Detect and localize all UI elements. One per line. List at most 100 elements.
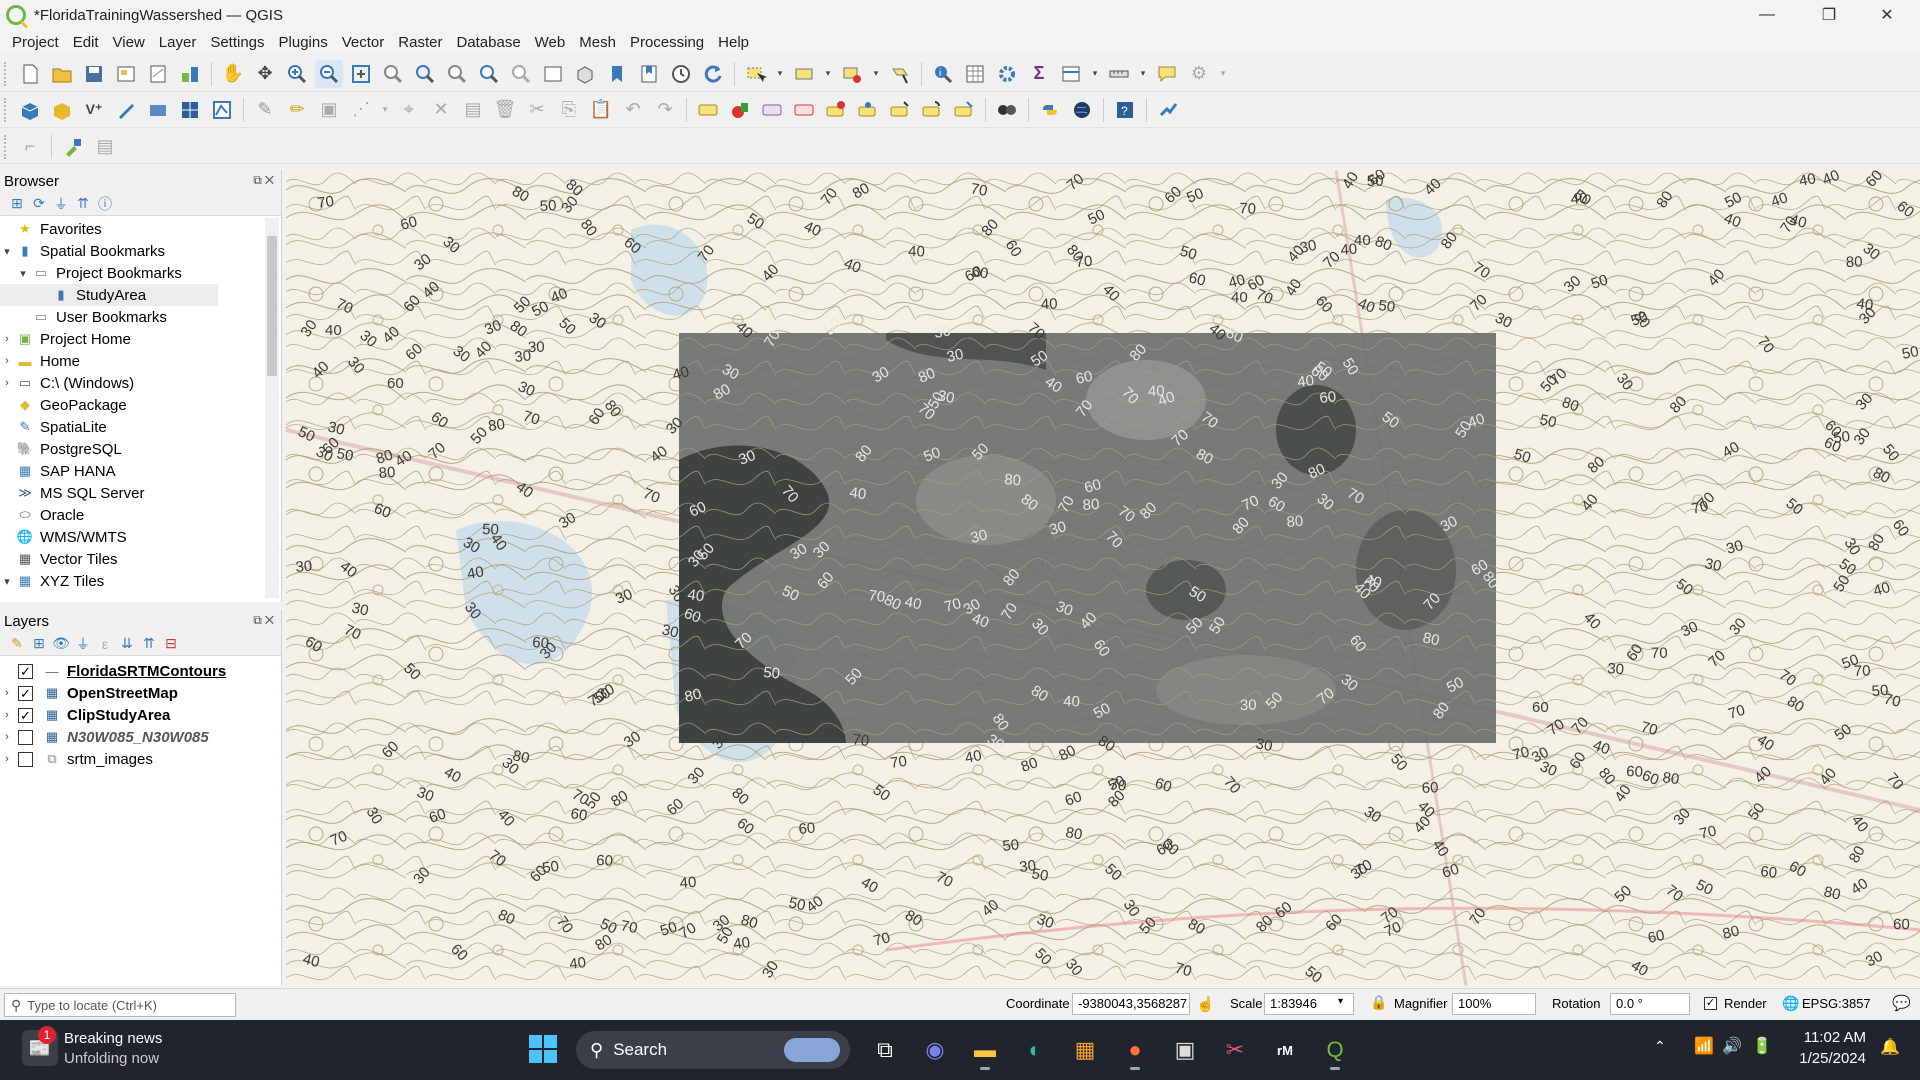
settings-tool-icon[interactable]: ⚙ xyxy=(1185,60,1213,88)
browser-item-geopackage[interactable]: ◆ GeoPackage xyxy=(0,394,281,416)
toggle-extents-icon[interactable]: ☝ xyxy=(1196,995,1215,1013)
notifications-bell-icon[interactable]: 🔔 xyxy=(1880,1037,1900,1057)
layer-row-n30w085[interactable]: › ▦ N30W085_N30W085 xyxy=(0,726,281,748)
new-spatialite-layer-icon[interactable] xyxy=(144,96,172,124)
rotate-label-icon[interactable] xyxy=(918,96,946,124)
measure-dropdown-icon[interactable]: ▾ xyxy=(1137,60,1149,88)
measure-line-icon[interactable] xyxy=(1105,60,1133,88)
select-by-value-icon[interactable] xyxy=(790,60,818,88)
browser-item-spatial-bookmarks[interactable]: ▾ ▮ Spatial Bookmarks xyxy=(0,240,281,262)
save-layer-edits-icon[interactable]: ▣ xyxy=(315,96,343,124)
undo-icon[interactable]: ↶ xyxy=(619,96,647,124)
layer-labeling-options-icon[interactable] xyxy=(694,96,722,124)
menu-plugins[interactable]: Plugins xyxy=(279,34,328,51)
browser-item-postgresql[interactable]: 🐘 PostgreSQL xyxy=(0,438,281,460)
crs-button[interactable]: EPSG:3857 xyxy=(1802,996,1871,1011)
properties-icon[interactable]: ⓘ xyxy=(94,194,116,214)
help-contents-icon[interactable]: ? xyxy=(1111,96,1139,124)
terminal-icon[interactable]: ▣ xyxy=(1164,1029,1206,1071)
locator-field[interactable]: ⚲ Type to locate (Ctrl+K) xyxy=(4,993,236,1017)
battery-icon[interactable]: 🔋 xyxy=(1752,1036,1772,1056)
new-print-layout-icon[interactable] xyxy=(112,60,140,88)
georeferencer-icon[interactable]: ⌐ xyxy=(16,133,44,161)
messages-icon[interactable]: 💬 xyxy=(1892,994,1911,1012)
pan-to-selection-icon[interactable]: ✥ xyxy=(251,60,279,88)
layer-row-floridasrtmcontours[interactable]: ✓ — FloridaSRTMContours xyxy=(0,660,281,682)
zoom-next-icon[interactable] xyxy=(507,60,535,88)
new-geopackage-layer-icon[interactable] xyxy=(48,96,76,124)
layer-visibility-checkbox[interactable]: ✓ xyxy=(18,707,33,723)
toggle-label-display-icon[interactable] xyxy=(790,96,818,124)
new-virtual-layer-icon[interactable] xyxy=(176,96,204,124)
menu-mesh[interactable]: Mesh xyxy=(579,34,616,51)
render-checkbox[interactable]: ✓ xyxy=(1704,997,1717,1010)
layer-visibility-checkbox[interactable] xyxy=(18,751,33,767)
file-explorer-icon[interactable]: ▬ xyxy=(964,1029,1006,1071)
select-dropdown-icon[interactable]: ▾ xyxy=(774,60,786,88)
attribute-table-tools-icon[interactable] xyxy=(1057,60,1085,88)
collapse-all-icon[interactable]: ⇈ xyxy=(138,635,160,652)
highlight-pinned-labels-icon[interactable] xyxy=(758,96,786,124)
collapse-all-icon[interactable]: ⇈ xyxy=(72,195,94,212)
manage-map-themes-icon[interactable]: 👁 xyxy=(50,635,72,652)
cut-features-icon[interactable]: ✂ xyxy=(523,96,551,124)
menu-database[interactable]: Database xyxy=(456,34,520,51)
deselect-dropdown-icon[interactable]: ▾ xyxy=(870,60,882,88)
windows-start-icon[interactable] xyxy=(528,1034,558,1064)
rotation-field[interactable]: 0.0 ° xyxy=(1610,993,1690,1015)
browser-item-project-bookmarks[interactable]: ▾ ▭ Project Bookmarks xyxy=(0,262,281,284)
taskbar-time[interactable]: 11:02 AM xyxy=(1800,1029,1866,1046)
menu-vector[interactable]: Vector xyxy=(342,34,385,51)
browser-item-home[interactable]: › ▬ Home xyxy=(0,350,281,372)
filter-legend-icon[interactable]: ⏚ xyxy=(72,634,94,654)
taskbar-date[interactable]: 1/25/2024 xyxy=(1796,1050,1866,1067)
new-map-view-icon[interactable] xyxy=(539,60,567,88)
plugin-report-icon[interactable]: ▤ xyxy=(91,133,119,161)
layer-visibility-checkbox[interactable] xyxy=(18,729,33,745)
redo-icon[interactable]: ↷ xyxy=(651,96,679,124)
scale-dropdown-icon[interactable]: ▾ xyxy=(1338,996,1343,1007)
lock-scale-icon[interactable]: 🔒 xyxy=(1370,994,1387,1011)
menu-help[interactable]: Help xyxy=(718,34,749,51)
qgis-taskbar-icon[interactable]: Q xyxy=(1314,1029,1356,1071)
zoom-in-icon[interactable] xyxy=(283,60,311,88)
minimize-button[interactable]: — xyxy=(1744,0,1790,30)
microsoft-store-icon[interactable]: ▦ xyxy=(1064,1029,1106,1071)
select-by-location-icon[interactable] xyxy=(886,60,914,88)
refresh-icon[interactable] xyxy=(699,60,727,88)
settings-dropdown-icon[interactable]: ▾ xyxy=(1217,60,1229,88)
zoom-out-icon[interactable] xyxy=(315,59,343,88)
magnifier-field[interactable]: 100% xyxy=(1452,993,1536,1015)
move-label-icon[interactable] xyxy=(886,96,914,124)
browser-item-spatialite[interactable]: ✎ SpatiaLite xyxy=(0,416,281,438)
zoom-last-icon[interactable] xyxy=(475,60,503,88)
restore-button[interactable]: ❐ xyxy=(1806,0,1852,30)
volume-icon[interactable]: 🔊 xyxy=(1722,1036,1742,1056)
panel-float-close-icon[interactable]: ⧉✕ xyxy=(253,173,277,188)
browser-item-wms-wmts[interactable]: 🌐 WMS/WMTS xyxy=(0,526,281,548)
filter-expression-icon[interactable]: ε xyxy=(94,636,116,652)
refresh-icon[interactable]: ⟳ xyxy=(28,195,50,212)
attribute-dropdown-icon[interactable]: ▾ xyxy=(1089,60,1101,88)
plugin-manager-icon[interactable] xyxy=(59,133,87,161)
layer-row-srtm-images[interactable]: › ⧉ srtm_images xyxy=(0,748,281,770)
style-panel-icon[interactable]: ✎ xyxy=(6,635,28,652)
zoom-to-selection-icon[interactable] xyxy=(379,60,407,88)
digitize-dropdown-icon[interactable]: ▾ xyxy=(379,96,391,124)
modify-attributes-icon[interactable]: ▤ xyxy=(459,96,487,124)
layer-diagram-options-icon[interactable] xyxy=(726,96,754,124)
menu-edit[interactable]: Edit xyxy=(73,34,99,51)
firefox-icon[interactable]: ● xyxy=(1114,1029,1156,1071)
plugin-tool-icon[interactable] xyxy=(1154,96,1182,124)
layer-visibility-checkbox[interactable]: ✓ xyxy=(18,685,33,701)
temporal-controller-icon[interactable] xyxy=(667,60,695,88)
close-button[interactable]: ✕ xyxy=(1864,0,1910,30)
open-attribute-table-icon[interactable] xyxy=(961,60,989,88)
select-by-value-dropdown-icon[interactable]: ▾ xyxy=(822,60,834,88)
add-group-icon[interactable]: ⊞ xyxy=(28,635,50,652)
zoom-full-icon[interactable] xyxy=(347,60,375,88)
teams-chat-icon[interactable]: ◉ xyxy=(914,1029,956,1071)
add-selected-layers-icon[interactable]: ⊞ xyxy=(6,195,28,212)
filter-icon[interactable]: ⏚ xyxy=(50,194,72,214)
browser-item-vector-tiles[interactable]: ▦ Vector Tiles xyxy=(0,548,281,570)
